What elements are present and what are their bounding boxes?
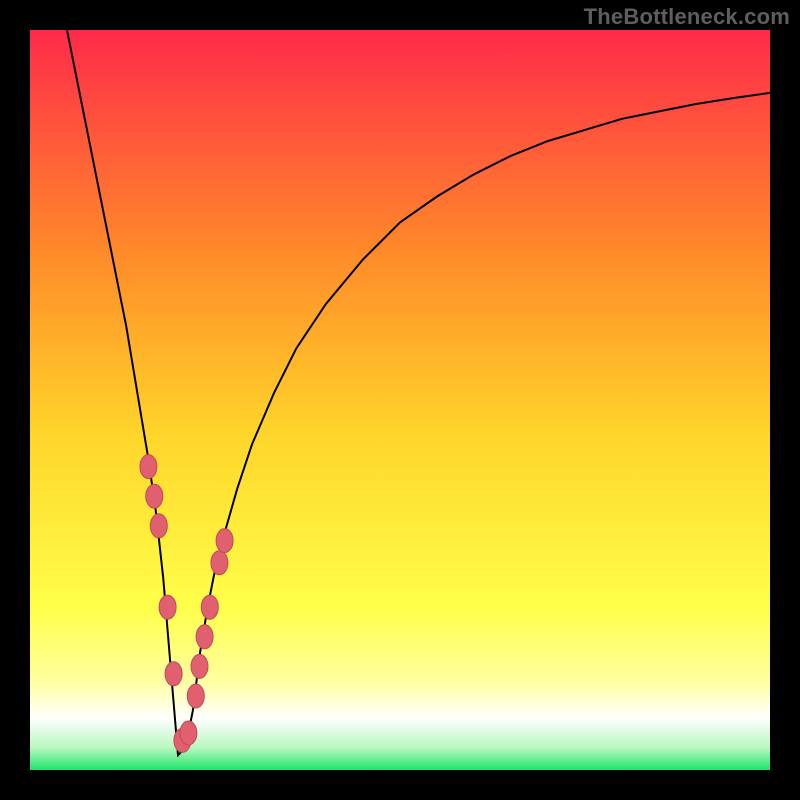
benchmark-dot	[191, 654, 208, 678]
benchmark-dot	[201, 595, 218, 619]
benchmark-dot	[211, 551, 228, 575]
benchmark-dot	[196, 625, 213, 649]
benchmark-points	[140, 455, 233, 753]
benchmark-dot	[180, 721, 197, 745]
bottleneck-curve	[67, 30, 770, 755]
attribution-text: TheBottleneck.com	[584, 4, 790, 30]
benchmark-dot	[187, 684, 204, 708]
benchmark-dot	[146, 484, 163, 508]
benchmark-dot	[165, 662, 182, 686]
plot-area	[30, 30, 770, 770]
benchmark-dot	[140, 455, 157, 479]
curve-layer	[30, 30, 770, 770]
chart-frame: TheBottleneck.com	[0, 0, 800, 800]
benchmark-dot	[150, 514, 167, 538]
benchmark-dot	[216, 529, 233, 553]
benchmark-dot	[159, 595, 176, 619]
